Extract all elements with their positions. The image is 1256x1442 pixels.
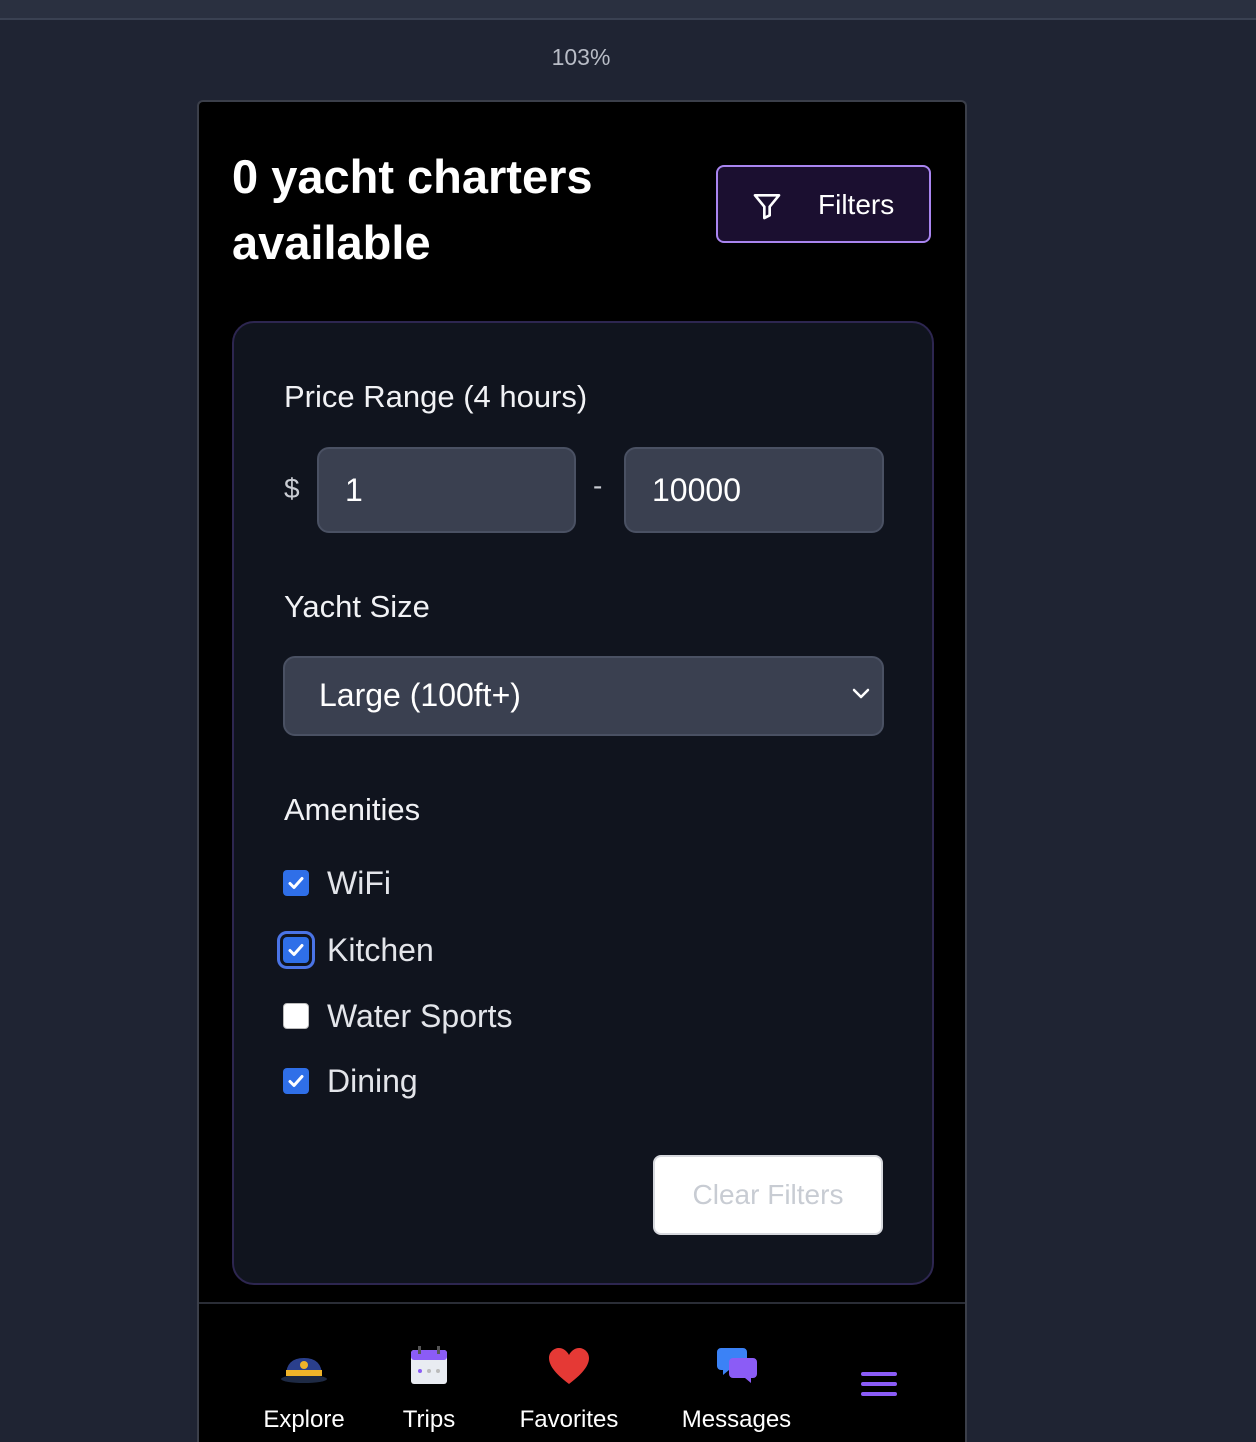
calendar-icon <box>411 1346 447 1384</box>
nav-favorites[interactable]: Favorites <box>499 1304 639 1442</box>
checkmark-icon <box>288 877 304 889</box>
wifi-checkbox[interactable] <box>283 870 309 896</box>
page-title: 0 yacht charters available <box>232 150 593 269</box>
filters-panel: Price Range (4 hours) $ 1 - 10000 Yacht … <box>232 321 934 1285</box>
amenity-label: WiFi <box>327 864 391 901</box>
price-range-label: Price Range (4 hours) <box>284 379 588 414</box>
yacht-size-selected: Large (100ft+) <box>319 677 521 713</box>
bottom-nav: Explore Trips Favorites Messages <box>199 1302 965 1442</box>
nav-trips[interactable]: Trips <box>379 1304 479 1442</box>
price-separator: - <box>593 470 603 501</box>
app-frame: 0 yacht charters available Filters Price… <box>197 100 967 1442</box>
amenities-label: Amenities <box>284 792 421 827</box>
currency-symbol: $ <box>284 473 300 504</box>
amenity-label: Kitchen <box>327 931 434 968</box>
chat-bubbles-icon <box>716 1348 757 1383</box>
amenity-label: Water Sports <box>327 997 513 1034</box>
amenity-dining[interactable]: Dining <box>283 1061 418 1101</box>
captain-hat-icon <box>281 1358 327 1383</box>
yacht-size-select[interactable]: Large (100ft+) <box>283 656 884 736</box>
filter-icon <box>753 194 781 220</box>
checkmark-icon <box>288 1075 304 1087</box>
clear-filters-button[interactable]: Clear Filters <box>653 1155 883 1235</box>
amenity-label: Dining <box>327 1062 418 1099</box>
heart-icon <box>549 1348 589 1384</box>
filters-button[interactable]: Filters <box>716 165 931 243</box>
menu-icon <box>861 1372 897 1396</box>
nav-messages[interactable]: Messages <box>659 1304 814 1442</box>
amenity-wifi[interactable]: WiFi <box>283 863 391 903</box>
kitchen-checkbox[interactable] <box>283 937 309 963</box>
nav-explore[interactable]: Explore <box>239 1304 369 1442</box>
price-max-input[interactable]: 10000 <box>624 447 884 533</box>
yacht-size-label: Yacht Size <box>284 589 430 624</box>
chevron-down-icon <box>852 688 870 699</box>
price-min-input[interactable]: 1 <box>317 447 576 533</box>
filters-button-label: Filters <box>818 189 895 220</box>
amenity-water-sports[interactable]: Water Sports <box>283 996 513 1036</box>
water-sports-checkbox[interactable] <box>283 1003 309 1029</box>
zoom-level: 103% <box>551 44 611 70</box>
browser-top-bar <box>0 0 1256 20</box>
nav-menu[interactable] <box>839 1304 919 1442</box>
dining-checkbox[interactable] <box>283 1068 309 1094</box>
checkmark-icon <box>288 944 304 956</box>
amenity-kitchen[interactable]: Kitchen <box>283 930 434 970</box>
